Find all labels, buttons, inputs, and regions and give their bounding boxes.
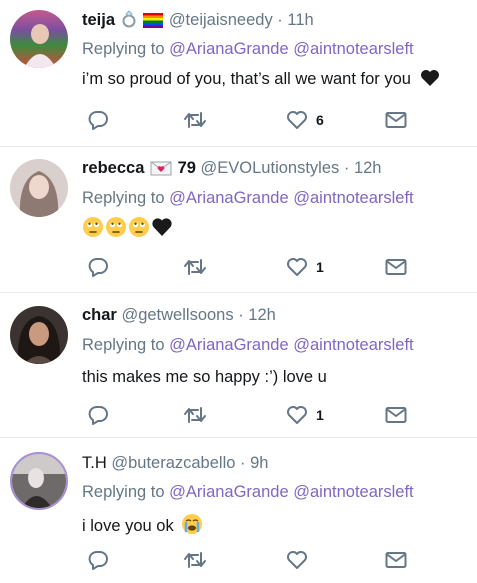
reply-item[interactable]: T.H @buterazcabello · 9h Replying to @Ar… bbox=[0, 438, 477, 583]
mention-link[interactable]: @aintnotearsleft bbox=[293, 189, 413, 207]
retweet-button[interactable] bbox=[183, 108, 207, 132]
like-count: 1 bbox=[316, 407, 324, 423]
dm-button[interactable] bbox=[385, 255, 407, 279]
action-bar: 6 bbox=[82, 108, 412, 132]
username[interactable]: @buterazcabello bbox=[111, 454, 235, 472]
reply-button[interactable] bbox=[87, 403, 109, 427]
rainbow-flag-icon bbox=[143, 13, 164, 33]
heart-icon bbox=[287, 258, 307, 276]
reply-button[interactable] bbox=[87, 548, 109, 572]
ring-icon bbox=[121, 10, 137, 33]
envelope-icon bbox=[385, 112, 407, 128]
replying-to-label: Replying to bbox=[82, 336, 165, 354]
retweet-icon bbox=[184, 112, 206, 128]
separator: · bbox=[238, 306, 244, 324]
retweet-button[interactable] bbox=[183, 255, 207, 279]
badge-number: 79 bbox=[177, 159, 196, 177]
black-heart-icon bbox=[151, 216, 173, 243]
tweet-text: i love you ok bbox=[82, 513, 203, 540]
like-count: 6 bbox=[316, 112, 324, 128]
tweet-text: i’m so proud of you, that’s all we want … bbox=[82, 69, 440, 92]
heart-icon bbox=[287, 111, 307, 129]
like-button[interactable]: 1 bbox=[286, 403, 324, 427]
envelope-icon bbox=[385, 552, 407, 568]
separator: · bbox=[343, 159, 350, 177]
mention-link[interactable]: @ArianaGrande bbox=[169, 40, 288, 58]
retweet-button[interactable] bbox=[183, 403, 207, 427]
display-name[interactable]: rebecca bbox=[82, 159, 144, 177]
avatar[interactable] bbox=[10, 159, 68, 217]
avatar[interactable] bbox=[10, 306, 68, 364]
avatar[interactable] bbox=[10, 10, 68, 68]
reply-button[interactable] bbox=[87, 108, 109, 132]
replying-to: Replying to @ArianaGrande @aintnotearsle… bbox=[82, 336, 414, 355]
face-with-rolling-eyes-icon bbox=[105, 216, 127, 243]
like-button[interactable]: 6 bbox=[286, 108, 324, 132]
action-bar bbox=[82, 548, 412, 572]
replying-to-label: Replying to bbox=[82, 483, 165, 501]
display-name[interactable]: teija bbox=[82, 11, 115, 29]
mention-link[interactable]: @aintnotearsleft bbox=[293, 483, 413, 501]
like-button[interactable]: 1 bbox=[286, 255, 324, 279]
replying-to: Replying to @ArianaGrande @aintnotearsle… bbox=[82, 189, 414, 208]
black-heart-icon bbox=[420, 69, 440, 92]
separator: · bbox=[240, 454, 246, 472]
reply-header: teija @teijaisneedy · 11h bbox=[82, 10, 314, 33]
separator: · bbox=[277, 11, 283, 29]
tweet-text-content: i love you ok bbox=[82, 517, 174, 535]
dm-button[interactable] bbox=[385, 548, 407, 572]
retweet-icon bbox=[184, 552, 206, 568]
envelope-icon bbox=[385, 259, 407, 275]
username[interactable]: @teijaisneedy bbox=[169, 11, 273, 29]
username[interactable]: @EVOLutionstyles bbox=[201, 159, 340, 177]
loudly-crying-face-icon bbox=[181, 513, 203, 540]
replying-to: Replying to @ArianaGrande @aintnotearsle… bbox=[82, 483, 414, 502]
timestamp[interactable]: 11h bbox=[287, 11, 313, 29]
dm-button[interactable] bbox=[385, 403, 407, 427]
retweet-button[interactable] bbox=[183, 548, 207, 572]
like-count: 1 bbox=[316, 259, 324, 275]
reply-header: rebecca 79 @EVOLutionstyles · 12h bbox=[82, 158, 381, 181]
face-with-rolling-eyes-icon bbox=[128, 216, 150, 243]
reply-icon bbox=[88, 551, 108, 570]
mention-link[interactable]: @ArianaGrande bbox=[169, 483, 288, 501]
reply-icon bbox=[88, 258, 108, 277]
reply-icon bbox=[88, 406, 108, 425]
face-with-rolling-eyes-icon bbox=[82, 216, 104, 243]
replying-to-label: Replying to bbox=[82, 40, 165, 58]
timestamp[interactable]: 9h bbox=[250, 454, 268, 472]
retweet-icon bbox=[184, 407, 206, 423]
tweet-text-content: i’m so proud of you, that’s all we want … bbox=[82, 70, 411, 88]
heart-icon bbox=[287, 406, 307, 424]
timestamp[interactable]: 12h bbox=[248, 306, 276, 324]
username[interactable]: @getwellsoons bbox=[121, 306, 233, 324]
timestamp[interactable]: 12h bbox=[354, 159, 382, 177]
reply-item[interactable]: rebecca 79 @EVOLutionstyles · 12h Replyi… bbox=[0, 147, 477, 293]
like-button[interactable] bbox=[286, 548, 308, 572]
mention-link[interactable]: @aintnotearsleft bbox=[293, 40, 413, 58]
reply-item[interactable]: char @getwellsoons · 12h Replying to @Ar… bbox=[0, 293, 477, 438]
reply-header: char @getwellsoons · 12h bbox=[82, 305, 276, 325]
action-bar: 1 bbox=[82, 403, 412, 427]
display-name[interactable]: T.H bbox=[82, 454, 107, 472]
replying-to-label: Replying to bbox=[82, 189, 165, 207]
tweet-text: this makes me so happy :’) love u bbox=[82, 368, 327, 386]
display-name[interactable]: char bbox=[82, 306, 117, 324]
mention-link[interactable]: @aintnotearsleft bbox=[293, 336, 413, 354]
tweet-text bbox=[82, 216, 173, 243]
reply-button[interactable] bbox=[87, 255, 109, 279]
reply-icon bbox=[88, 111, 108, 130]
avatar[interactable] bbox=[10, 452, 68, 510]
replying-to: Replying to @ArianaGrande @aintnotearsle… bbox=[82, 40, 414, 59]
retweet-icon bbox=[184, 259, 206, 275]
mention-link[interactable]: @ArianaGrande bbox=[169, 189, 288, 207]
action-bar: 1 bbox=[82, 255, 412, 279]
envelope-icon bbox=[385, 407, 407, 423]
mention-link[interactable]: @ArianaGrande bbox=[169, 336, 288, 354]
dm-button[interactable] bbox=[385, 108, 407, 132]
love-letter-icon bbox=[150, 160, 172, 181]
reply-header: T.H @buterazcabello · 9h bbox=[82, 453, 268, 473]
reply-item[interactable]: teija @teijaisneedy · 11h Replying to @A… bbox=[0, 0, 477, 147]
heart-icon bbox=[287, 551, 307, 569]
